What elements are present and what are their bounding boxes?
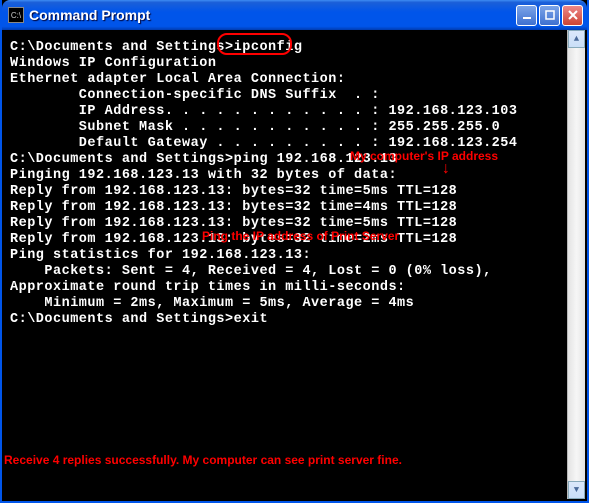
prompt-line-1: C:\Documents and Settings>ipconfig [10,40,579,56]
prompt-line-3: C:\Documents and Settings>exit [10,312,579,328]
ipconfig-circle-annotation [217,33,292,55]
output-line: Packets: Sent = 4, Received = 4, Lost = … [10,264,579,280]
output-line: Connection-specific DNS Suffix . : [10,88,579,104]
output-line: Ping statistics for 192.168.123.13: [10,248,579,264]
chevron-up-icon: ▲ [574,34,579,44]
scroll-down-button[interactable]: ▼ [568,481,585,499]
prompt-text: C:\Documents and Settings> [10,152,234,167]
success-annotation: Receive 4 replies successfully. My compu… [4,452,402,468]
ip-address-annotation: My computer's IP address [350,148,498,164]
output-line: IP Address. . . . . . . . . . . . : 192.… [10,104,579,120]
window-controls [516,5,583,26]
output-line: Minimum = 2ms, Maximum = 5ms, Average = … [10,296,579,312]
titlebar[interactable]: C:\ Command Prompt [2,0,587,30]
output-line: Subnet Mask . . . . . . . . . . . : 255.… [10,120,579,136]
scroll-up-button[interactable]: ▲ [568,30,585,48]
close-button[interactable] [562,5,583,26]
prompt-text: C:\Documents and Settings> [10,312,234,327]
minimize-button[interactable] [516,5,537,26]
command-exit: exit [234,312,268,327]
vertical-scrollbar[interactable]: ▲ ▼ [567,30,585,499]
command-prompt-window: C:\ Command Prompt C:\Documents and Sett… [0,0,589,503]
output-line: Windows IP Configuration [10,56,579,72]
ping-annotation: Ping the IP address of Print Server [202,228,399,244]
output-line: Pinging 192.168.123.13 with 32 bytes of … [10,168,579,184]
output-line: Approximate round trip times in milli-se… [10,280,579,296]
output-line: Reply from 192.168.123.13: bytes=32 time… [10,184,579,200]
maximize-button[interactable] [539,5,560,26]
chevron-down-icon: ▼ [574,485,579,495]
output-line: Ethernet adapter Local Area Connection: [10,72,579,88]
scrollbar-track[interactable] [568,48,585,481]
cmd-icon: C:\ [8,7,24,23]
cmd-icon-text: C:\ [11,11,21,20]
window-title: Command Prompt [29,7,516,23]
output-line: Reply from 192.168.123.13: bytes=32 time… [10,200,579,216]
down-arrow-icon: ↓ [441,161,451,177]
terminal-area[interactable]: C:\Documents and Settings>ipconfig Windo… [2,30,587,338]
prompt-text: C:\Documents and Settings> [10,40,234,55]
